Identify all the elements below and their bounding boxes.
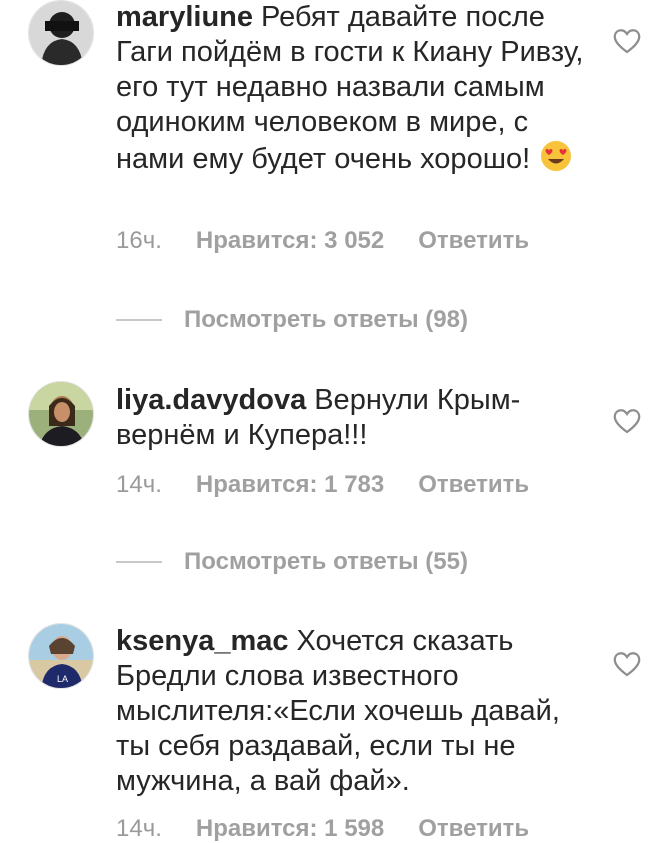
view-replies-label: Посмотреть ответы (98): [184, 306, 468, 333]
divider-line: [116, 561, 162, 563]
comment-time: 14ч.: [116, 815, 162, 842]
comment-likes[interactable]: Нравится: 1 783: [196, 471, 384, 498]
comment-body: ksenya_mac Хочется сказать Бредли слова и…: [116, 624, 586, 799]
like-heart-icon[interactable]: [612, 650, 642, 678]
reply-button[interactable]: Ответить: [418, 227, 529, 254]
divider-line: [116, 319, 162, 321]
heart-eyes-emoji-icon: [540, 140, 572, 181]
like-heart-icon[interactable]: [612, 407, 642, 435]
reply-button[interactable]: Ответить: [418, 471, 529, 498]
svg-text:LA: LA: [57, 674, 68, 684]
reply-button[interactable]: Ответить: [418, 815, 529, 842]
view-replies-button[interactable]: Посмотреть ответы (98): [116, 306, 468, 334]
view-replies-label: Посмотреть ответы (55): [184, 548, 468, 575]
view-replies-button[interactable]: Посмотреть ответы (55): [116, 548, 468, 576]
like-heart-icon[interactable]: [612, 27, 642, 55]
avatar[interactable]: LA: [28, 623, 94, 689]
comment-meta: 16ч. Нравится: 3 052 Ответить: [116, 227, 563, 255]
comment-likes[interactable]: Нравится: 1 598: [196, 815, 384, 842]
avatar[interactable]: [28, 0, 94, 66]
comment-body: maryliune Ребят давайте после Гаги пойдём…: [116, 0, 586, 181]
comment-meta: 14ч. Нравится: 1 598 Ответить: [116, 815, 563, 843]
comment-username[interactable]: ksenya_mac: [116, 625, 289, 657]
comment-likes[interactable]: Нравится: 3 052: [196, 227, 384, 254]
comment-username[interactable]: liya.davydova: [116, 384, 306, 416]
comment-meta: 14ч. Нравится: 1 783 Ответить: [116, 471, 563, 499]
comment-time: 14ч.: [116, 471, 162, 498]
comment-body: liya.davydova Вернули Крым- вернём и Купе…: [116, 383, 586, 453]
avatar[interactable]: [28, 381, 94, 447]
comment-username[interactable]: maryliune: [116, 1, 253, 33]
comment-time: 16ч.: [116, 227, 162, 254]
